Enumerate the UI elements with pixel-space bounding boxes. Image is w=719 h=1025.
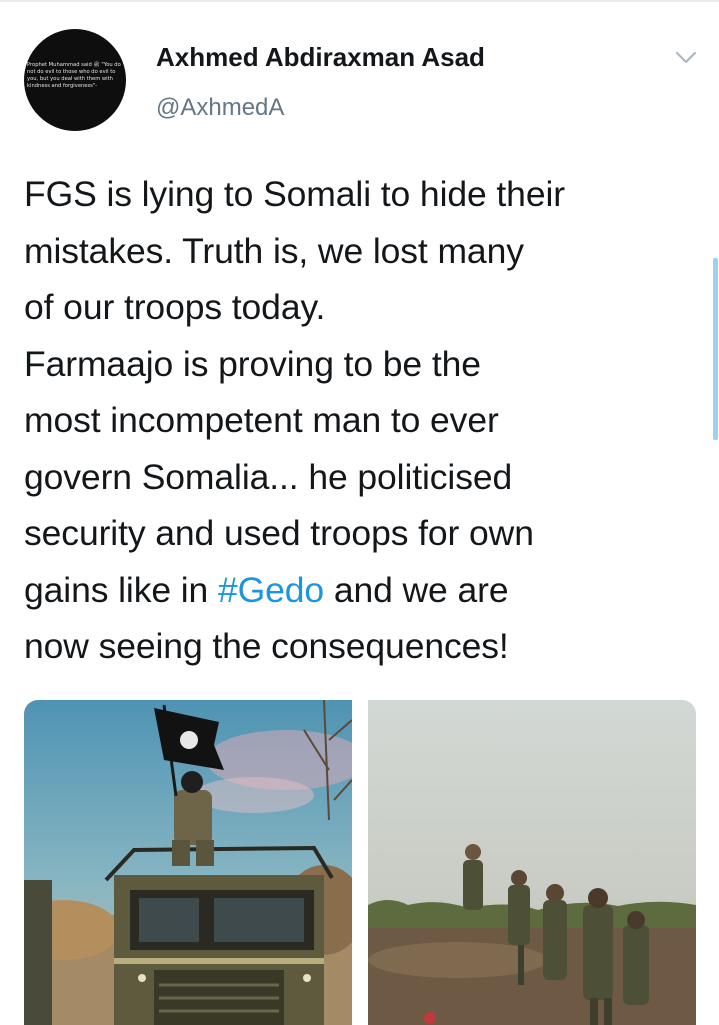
tweet-text: FGS is lying to Somali to hide their mis… [24,166,714,675]
avatar[interactable]: Prophet Muhammad said ﷺ "You do not do e… [24,29,126,131]
avatar-quote: Prophet Muhammad said ﷺ "You do not do e… [27,62,121,89]
top-divider [0,0,719,2]
chevron-down-icon[interactable] [673,48,699,68]
media-photo-right[interactable] [368,700,696,1025]
scrollbar[interactable] [713,258,718,440]
tweet-text-before: FGS is lying to Somali to hide their mis… [24,174,565,610]
media-photo-left[interactable] [24,700,352,1025]
hashtag-link[interactable]: #Gedo [218,570,324,610]
author-name[interactable]: Axhmed Abdiraxman Asad [156,42,485,73]
author-handle[interactable]: @AxhmedA [156,94,284,122]
